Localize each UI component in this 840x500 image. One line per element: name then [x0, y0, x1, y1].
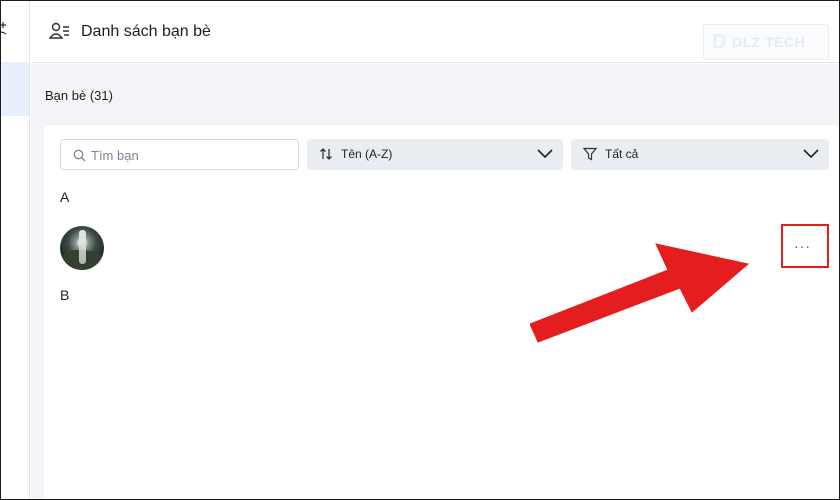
add-contact-icon[interactable]: [0, 20, 8, 40]
filter-icon: [583, 147, 597, 161]
sort-dropdown[interactable]: Tên (A-Z): [307, 139, 563, 170]
filter-dropdown[interactable]: Tất cả: [571, 139, 829, 170]
chevron-down-icon: [803, 149, 819, 159]
section-header-b: B: [60, 287, 70, 303]
avatar-waterfall: [79, 230, 86, 264]
more-options-button[interactable]: ···: [781, 224, 829, 268]
watermark-mark: D: [712, 31, 727, 53]
search-icon: [73, 149, 86, 162]
friend-count-label: Bạn bè (31): [45, 88, 113, 103]
search-box[interactable]: Tìm bạn: [60, 139, 299, 170]
left-sidebar: [0, 0, 30, 500]
avatar[interactable]: [60, 226, 104, 270]
section-header-a: A: [60, 189, 70, 205]
red-arrow: [530, 243, 750, 343]
chevron-down-icon: [537, 149, 553, 159]
search-input[interactable]: Tìm bạn: [91, 148, 139, 163]
sidebar-item-contacts[interactable]: [0, 62, 29, 116]
page-header: Danh sách bạn bè D DLZ TECH: [31, 0, 840, 63]
watermark-text: DLZ TECH: [732, 34, 806, 50]
filter-label: Tất cả: [605, 147, 639, 161]
watermark-logo: D DLZ TECH: [703, 24, 829, 60]
more-options-icon: ···: [794, 238, 811, 254]
person-list-icon: [49, 22, 69, 39]
sort-label: Tên (A-Z): [341, 147, 393, 161]
page-title: Danh sách bạn bè: [81, 23, 211, 40]
sort-icon: [320, 148, 332, 160]
